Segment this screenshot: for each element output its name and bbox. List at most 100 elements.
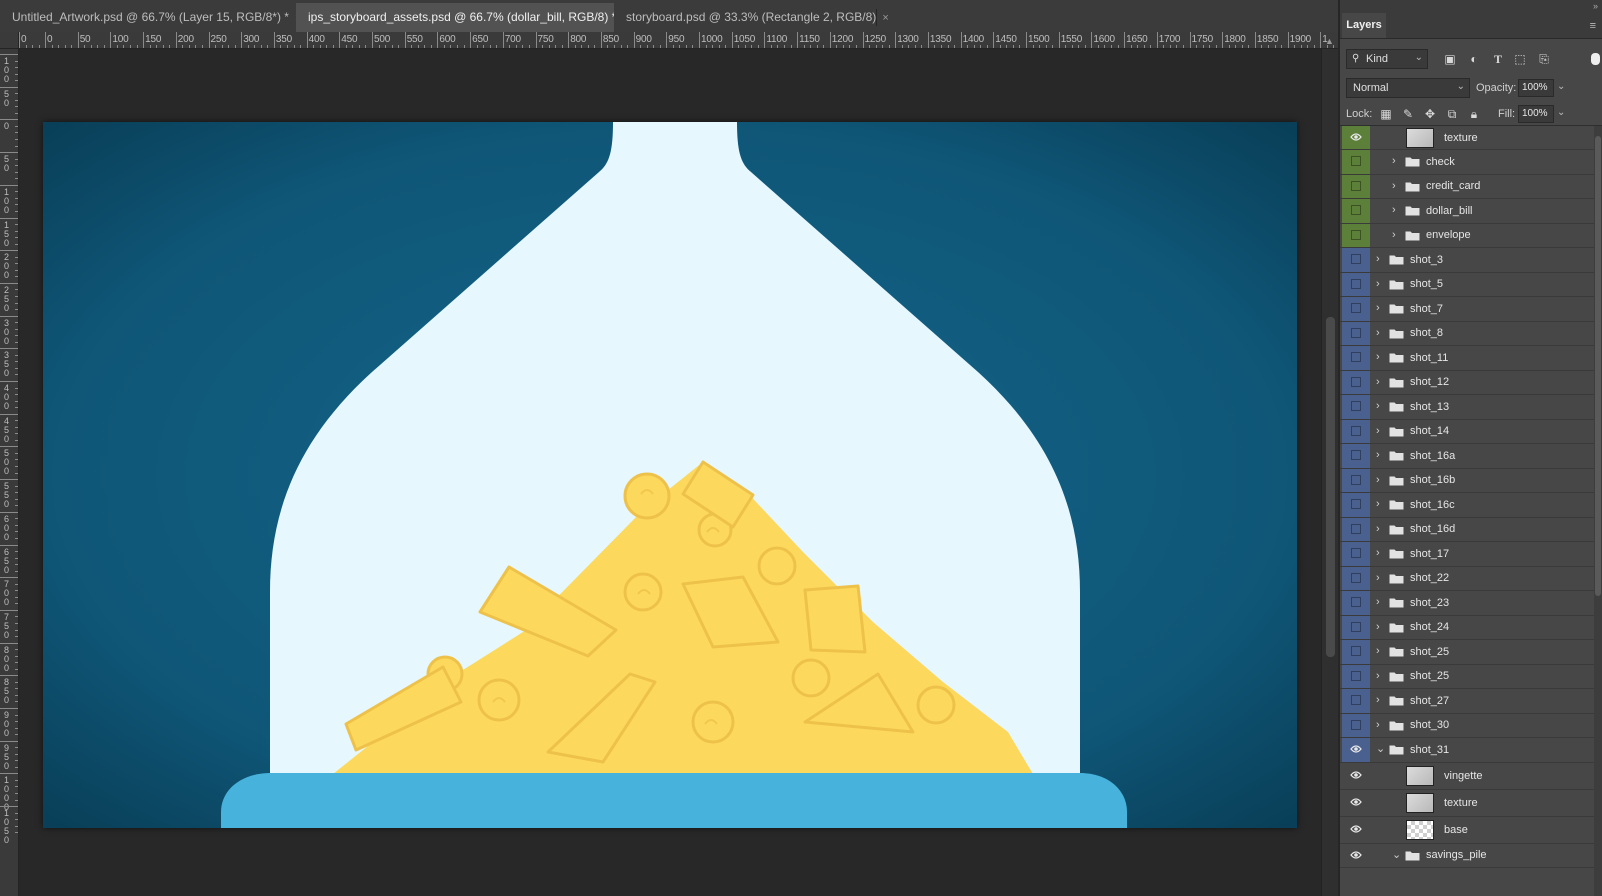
chevron-right-icon[interactable]: › — [1376, 474, 1386, 486]
layer-group-row[interactable]: › shot_7 — [1340, 297, 1602, 322]
visibility-toggle[interactable] — [1342, 321, 1370, 345]
layer-group-row[interactable]: › envelope — [1340, 223, 1602, 248]
canvas-area[interactable] — [19, 49, 1321, 896]
layer-group-row[interactable]: › shot_5 — [1340, 272, 1602, 297]
opacity-chevron-icon[interactable]: ⌄ — [1557, 81, 1565, 92]
visibility-toggle[interactable] — [1342, 419, 1370, 443]
chevron-right-icon[interactable]: › — [1376, 547, 1386, 559]
panel-menu-icon[interactable]: ≡ — [1590, 20, 1596, 32]
layers-scrollbar[interactable] — [1594, 126, 1602, 896]
visibility-toggle[interactable] — [1342, 346, 1370, 370]
layer-group-row[interactable]: › shot_25 — [1340, 664, 1602, 689]
chevron-right-icon[interactable]: › — [1392, 229, 1402, 241]
fill-chevron-icon[interactable]: ⌄ — [1557, 107, 1565, 118]
artboard[interactable] — [43, 122, 1297, 828]
shape-filter-icon[interactable]: ⬚ — [1512, 51, 1528, 67]
fill-field[interactable]: 100% — [1518, 105, 1554, 123]
chevron-right-icon[interactable]: › — [1376, 327, 1386, 339]
layer-group-row[interactable]: › shot_16a — [1340, 444, 1602, 469]
close-icon[interactable]: × — [882, 12, 888, 24]
layer-group-row[interactable]: › shot_17 — [1340, 542, 1602, 567]
visibility-toggle[interactable] — [1342, 493, 1370, 517]
layer-row[interactable]: vingette — [1340, 762, 1602, 790]
ruler-origin-corner[interactable] — [0, 32, 19, 49]
visibility-toggle[interactable] — [1342, 817, 1370, 843]
layer-group-row[interactable]: › shot_12 — [1340, 370, 1602, 395]
chevron-right-icon[interactable]: › — [1376, 449, 1386, 461]
document-tab[interactable]: Untitled_Artwork.psd @ 66.7% (Layer 15, … — [0, 3, 301, 32]
layer-group-row[interactable]: › shot_16b — [1340, 468, 1602, 493]
layer-row[interactable]: texture — [1340, 789, 1602, 817]
visibility-toggle[interactable] — [1342, 468, 1370, 492]
chevron-right-icon[interactable]: › — [1392, 155, 1402, 167]
visibility-toggle[interactable] — [1342, 689, 1370, 713]
visibility-toggle[interactable] — [1342, 174, 1370, 198]
chevron-right-icon[interactable]: › — [1376, 670, 1386, 682]
layer-group-row[interactable]: › shot_27 — [1340, 689, 1602, 714]
layer-group-row[interactable]: › credit_card — [1340, 174, 1602, 199]
chevron-right-icon[interactable]: › — [1376, 645, 1386, 657]
lock-all-icon[interactable]: 🔒︎ — [1466, 106, 1482, 122]
visibility-toggle[interactable] — [1342, 664, 1370, 688]
layer-group-row[interactable]: › shot_22 — [1340, 566, 1602, 591]
visibility-toggle[interactable] — [1342, 738, 1370, 762]
layer-group-row[interactable]: › shot_8 — [1340, 321, 1602, 346]
visibility-toggle[interactable] — [1342, 844, 1370, 868]
chevron-right-icon[interactable]: › — [1376, 719, 1386, 731]
layer-group-row[interactable]: › shot_23 — [1340, 591, 1602, 616]
lock-image-pixels-icon[interactable]: ✎ — [1400, 106, 1416, 122]
chevron-right-icon[interactable]: › — [1376, 376, 1386, 388]
layer-group-row[interactable]: › shot_25 — [1340, 640, 1602, 665]
chevron-right-icon[interactable]: › — [1376, 694, 1386, 706]
visibility-toggle[interactable] — [1342, 591, 1370, 615]
chevron-right-icon[interactable]: › — [1376, 523, 1386, 535]
visibility-toggle[interactable] — [1342, 713, 1370, 737]
layers-panel-tab[interactable]: Layers — [1342, 13, 1386, 38]
horizontal-ruler[interactable]: 0 0 50 100 150 200 250 300 350 400 450 500 550 600 650… — [0, 32, 1340, 49]
visibility-toggle[interactable] — [1342, 370, 1370, 394]
chevron-right-icon[interactable]: › — [1376, 351, 1386, 363]
visibility-toggle[interactable] — [1342, 248, 1370, 272]
layer-group-row[interactable]: › shot_30 — [1340, 713, 1602, 738]
chevron-right-icon[interactable]: › — [1376, 572, 1386, 584]
chevron-down-icon[interactable]: ⌄ — [1376, 743, 1386, 755]
layer-group-row[interactable]: › shot_24 — [1340, 615, 1602, 640]
layer-group-row[interactable]: › dollar_bill — [1340, 199, 1602, 224]
layer-group-row[interactable]: › shot_16d — [1340, 517, 1602, 542]
blend-mode-select[interactable]: Normal ⌄ — [1346, 78, 1470, 98]
chevron-right-icon[interactable]: › — [1376, 498, 1386, 510]
visibility-toggle[interactable] — [1342, 615, 1370, 639]
layer-group-row[interactable]: › shot_13 — [1340, 395, 1602, 420]
layer-group-row[interactable]: › shot_3 — [1340, 248, 1602, 273]
visibility-toggle[interactable] — [1342, 297, 1370, 321]
canvas-vertical-scrollbar[interactable]: ▲ — [1321, 36, 1339, 896]
vertical-ruler[interactable]: 100 50 0 50 100 150 200 250 300 350 400 450 500 550 60… — [0, 48, 19, 896]
chevron-right-icon[interactable]: › — [1376, 621, 1386, 633]
visibility-toggle[interactable] — [1342, 790, 1370, 816]
lock-artboard-icon[interactable]: ⧉ — [1444, 106, 1460, 122]
visibility-toggle[interactable] — [1342, 517, 1370, 541]
canvas-scroll-thumb[interactable] — [1326, 317, 1335, 657]
chevron-right-icon[interactable]: › — [1376, 596, 1386, 608]
collapse-panel-icon[interactable]: » — [1593, 1, 1598, 11]
visibility-toggle[interactable] — [1342, 150, 1370, 174]
filter-toggle-switch[interactable] — [1591, 53, 1600, 65]
filter-kind-select[interactable]: ⚲ Kind ⌄ — [1346, 49, 1428, 69]
chevron-down-icon[interactable]: ⌄ — [1392, 849, 1402, 861]
chevron-right-icon[interactable]: › — [1376, 278, 1386, 290]
scroll-up-arrow-icon[interactable]: ▲ — [1325, 36, 1334, 46]
layer-group-row[interactable]: › shot_16c — [1340, 493, 1602, 518]
document-tab[interactable]: ips_storyboard_assets.psd @ 66.7% (dolla… — [296, 3, 629, 32]
chevron-right-icon[interactable]: › — [1376, 253, 1386, 265]
visibility-toggle[interactable] — [1342, 126, 1370, 149]
visibility-toggle[interactable] — [1342, 640, 1370, 664]
lock-transparent-pixels-icon[interactable]: ▦ — [1378, 106, 1394, 122]
layer-group-row[interactable]: › shot_11 — [1340, 346, 1602, 371]
layer-row[interactable]: base — [1340, 816, 1602, 844]
chevron-right-icon[interactable]: › — [1392, 180, 1402, 192]
type-filter-icon[interactable]: T — [1490, 51, 1506, 67]
chevron-right-icon[interactable]: › — [1376, 302, 1386, 314]
visibility-toggle[interactable] — [1342, 763, 1370, 789]
chevron-right-icon[interactable]: › — [1392, 204, 1402, 216]
layer-row[interactable]: texture — [1340, 126, 1602, 150]
